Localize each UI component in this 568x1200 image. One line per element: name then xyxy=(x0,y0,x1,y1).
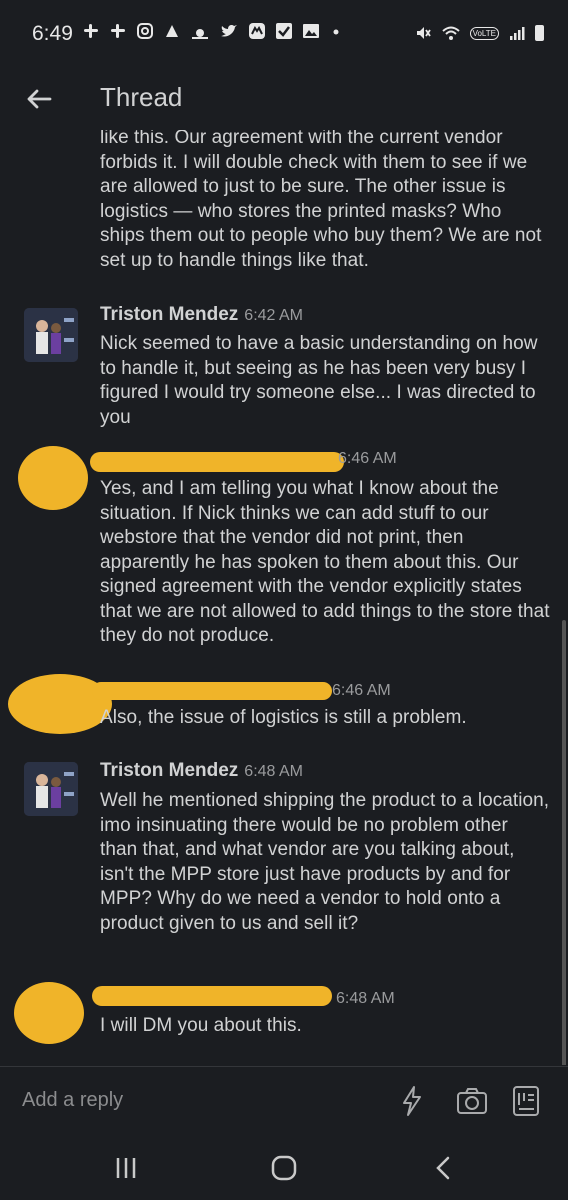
message-list[interactable]: like this. Our agreement with the curren… xyxy=(0,130,568,1065)
instagram-icon xyxy=(137,23,153,39)
wifi-icon xyxy=(441,26,460,40)
redaction-mark xyxy=(90,452,344,472)
message-timestamp: 6:46 AM xyxy=(338,450,397,467)
avatar[interactable] xyxy=(24,762,78,816)
weather-icon xyxy=(192,29,208,39)
recent-apps-icon[interactable] xyxy=(106,1153,146,1183)
battery-icon xyxy=(535,25,544,41)
thread-header: Thread xyxy=(0,72,568,130)
back-nav-icon[interactable] xyxy=(424,1153,464,1183)
reply-composer xyxy=(0,1067,568,1135)
message-text: Nick seemed to have a basic understandin… xyxy=(100,333,538,428)
page-title: Thread xyxy=(100,82,183,112)
redaction-mark xyxy=(92,986,332,1006)
notification-icons xyxy=(82,22,343,40)
message-timestamp: 6:46 AM xyxy=(332,682,391,699)
shortcut-lightning-icon[interactable] xyxy=(394,1083,430,1119)
android-nav-bar xyxy=(0,1135,568,1200)
gallery-icon xyxy=(303,24,319,38)
camera-icon[interactable] xyxy=(454,1083,490,1119)
scrollbar[interactable] xyxy=(562,620,566,1065)
checkbox-icon xyxy=(276,23,292,39)
redaction-mark xyxy=(18,446,88,510)
home-icon[interactable] xyxy=(264,1153,304,1183)
volte-icon: VoLTE xyxy=(469,26,499,40)
message-author[interactable]: Triston Mendez 6:42 AM xyxy=(100,304,303,326)
messenger-icon xyxy=(249,23,265,39)
twitter-icon xyxy=(221,25,237,37)
back-arrow-icon[interactable] xyxy=(22,82,56,116)
slack-icon xyxy=(111,24,125,38)
message-timestamp: 6:48 AM xyxy=(244,763,303,780)
status-time: 6:49 xyxy=(32,22,73,45)
author-name[interactable]: Triston Mendez xyxy=(100,304,238,325)
avatar[interactable] xyxy=(24,308,78,362)
message-text: Well he mentioned shipping the product t… xyxy=(100,790,550,934)
author-name[interactable]: Triston Mendez xyxy=(100,760,238,781)
redaction-mark xyxy=(92,682,332,700)
message-author[interactable]: Triston Mendez 6:48 AM xyxy=(100,760,303,782)
redaction-mark xyxy=(14,982,84,1044)
message-text: like this. Our agreement with the curren… xyxy=(100,130,542,271)
signal-icon xyxy=(510,27,525,40)
attachment-icon[interactable] xyxy=(508,1083,544,1119)
reply-input[interactable] xyxy=(22,1089,322,1112)
mute-icon xyxy=(416,27,431,39)
message-timestamp: 6:48 AM xyxy=(336,990,395,1007)
message-timestamp: 6:42 AM xyxy=(244,307,303,324)
status-bar: 6:49 VoLTE xyxy=(0,0,568,72)
message-text: Also, the issue of logistics is still a … xyxy=(100,707,467,728)
dot-icon xyxy=(333,29,339,35)
notification-icon xyxy=(166,25,178,37)
message-text: I will DM you about this. xyxy=(100,1015,302,1036)
slack-icon xyxy=(84,24,98,38)
message-text: Yes, and I am telling you what I know ab… xyxy=(100,478,550,646)
system-icons: VoLTE xyxy=(414,24,544,42)
